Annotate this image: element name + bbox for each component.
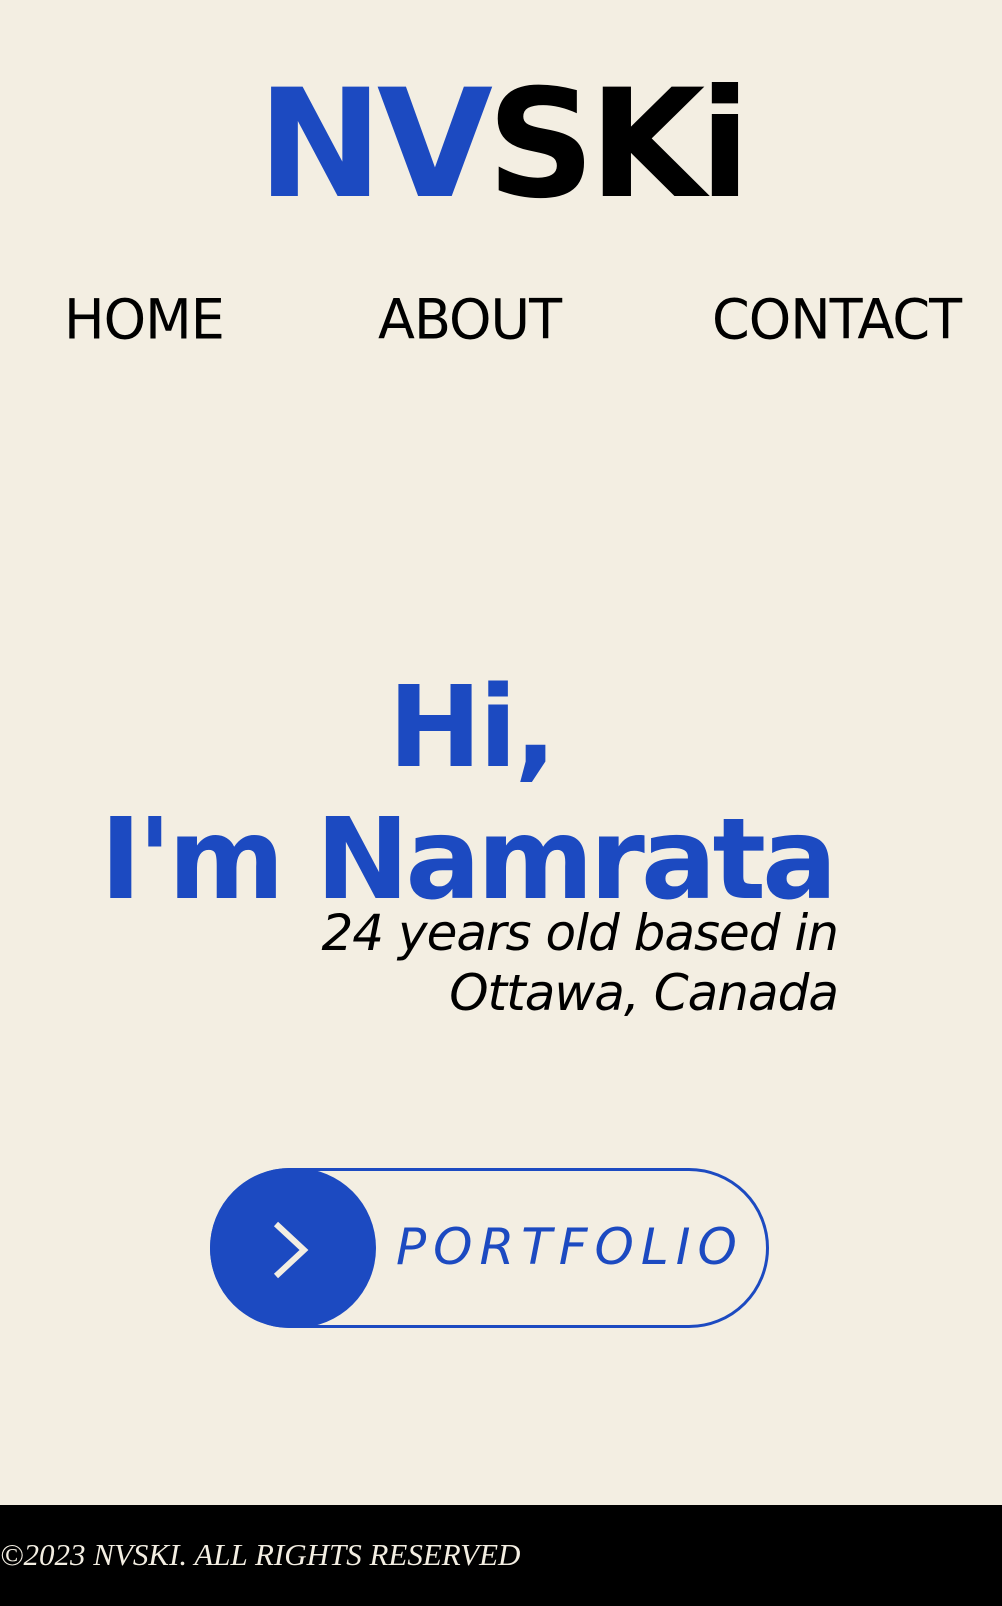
hero-subtitle: 24 years old based in Ottawa, Canada [321, 903, 839, 1023]
hero-name: I'm Namrata [100, 795, 838, 925]
portfolio-button[interactable]: PORTFOLIO [210, 1168, 769, 1328]
chevron-right-icon [273, 1221, 309, 1279]
hero-greeting: Hi, [388, 663, 557, 793]
logo-part-nv: NV [257, 58, 493, 232]
site-logo[interactable]: NVSKi [0, 70, 1002, 220]
nav-contact-link[interactable]: CONTACT [712, 289, 962, 350]
portfolio-button-circle [210, 1168, 376, 1328]
footer: ©2023 NVSKI. ALL RIGHTS RESERVED [0, 1505, 1002, 1606]
hero-subtitle-line2: Ottawa, Canada [449, 964, 839, 1022]
nav-about-link[interactable]: ABOUT [378, 289, 562, 350]
nav-home-link[interactable]: HOME [64, 289, 225, 350]
logo-part-ski: SKi [486, 58, 751, 232]
footer-copyright: ©2023 NVSKI. ALL RIGHTS RESERVED [0, 1537, 521, 1572]
hero-subtitle-line1: 24 years old based in [321, 904, 839, 962]
portfolio-button-label: PORTFOLIO [396, 1218, 744, 1276]
